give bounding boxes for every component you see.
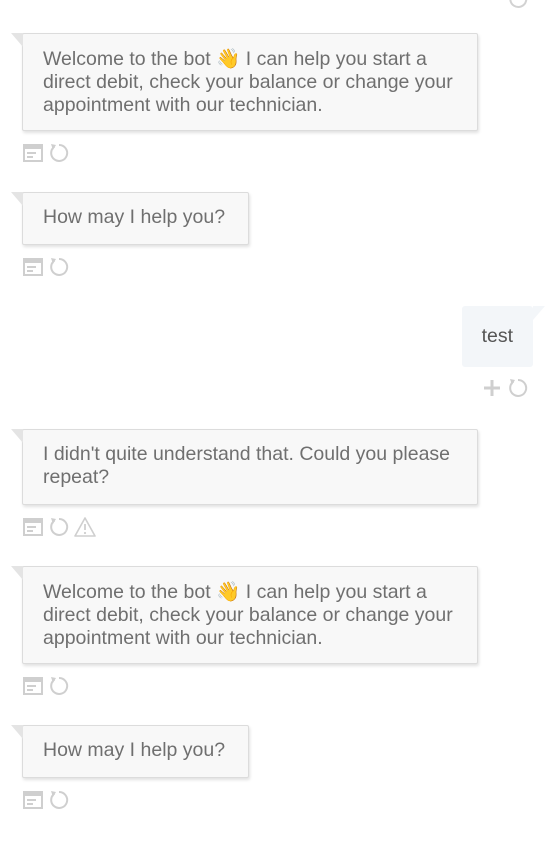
message-actions [22, 516, 478, 538]
message-text: I didn't quite understand that. Could yo… [43, 443, 451, 488]
message-actions [22, 256, 249, 278]
details-icon[interactable] [22, 256, 44, 278]
message-text: How may I help you? [43, 739, 226, 761]
message-text: Welcome to the bot 👋 I can help you star… [43, 47, 453, 116]
message-actions [462, 377, 529, 399]
restart-icon[interactable] [48, 516, 70, 538]
bot-message-bubble: Welcome to the bot 👋 I can help you star… [11, 33, 478, 131]
bot-message-bubble: How may I help you? [11, 725, 249, 778]
bot-message-bubble: Welcome to the bot 👋 I can help you star… [11, 566, 478, 664]
message-text: Welcome to the bot 👋 I can help you star… [43, 580, 453, 649]
bot-message: How may I help you? [11, 725, 249, 811]
message-actions [22, 142, 478, 164]
details-icon[interactable] [22, 142, 44, 164]
chat-transcript: Welcome to the bot 👋 I can help you star… [0, 0, 551, 843]
restart-icon[interactable] [48, 675, 70, 697]
user-message: test [461, 306, 551, 399]
restart-icon[interactable] [48, 142, 70, 164]
restart-icon[interactable] [507, 0, 529, 10]
details-icon[interactable] [22, 516, 44, 538]
message-actions [22, 789, 249, 811]
restart-icon[interactable] [48, 256, 70, 278]
bot-message-bubble: I didn't quite understand that. Could yo… [11, 429, 478, 505]
user-message-bubble: test [461, 306, 545, 367]
message-text: How may I help you? [43, 206, 226, 228]
message-text: test [481, 325, 513, 347]
bot-message: Welcome to the bot 👋 I can help you star… [11, 566, 478, 697]
details-icon[interactable] [22, 675, 44, 697]
warning-icon[interactable] [74, 516, 96, 538]
restart-icon[interactable] [48, 789, 70, 811]
restart-icon[interactable] [507, 377, 529, 399]
bot-message: I didn't quite understand that. Could yo… [11, 429, 478, 538]
bot-message-bubble: How may I help you? [11, 192, 249, 245]
add-icon[interactable] [481, 377, 503, 399]
waving-hand-emoji: 👋 [216, 47, 241, 70]
message-actions [22, 675, 478, 697]
waving-hand-emoji: 👋 [216, 580, 241, 603]
details-icon[interactable] [22, 789, 44, 811]
bot-message: How may I help you? [11, 192, 249, 278]
bot-message: Welcome to the bot 👋 I can help you star… [11, 33, 478, 164]
